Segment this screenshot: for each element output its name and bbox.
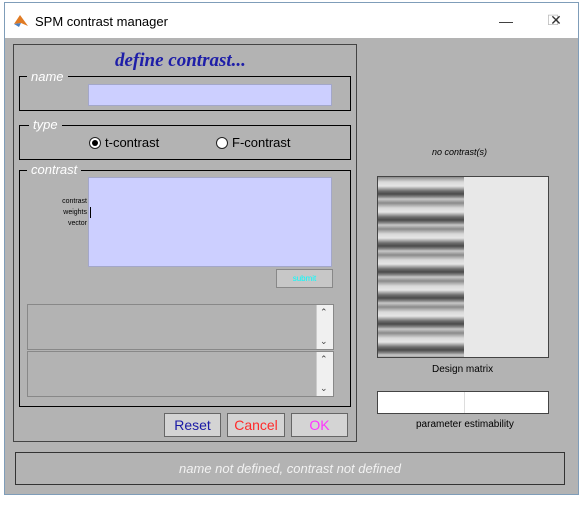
reset-button[interactable]: Reset	[164, 413, 221, 437]
contrast-group-label: contrast	[27, 162, 82, 177]
weights-label-line: weights	[63, 209, 87, 216]
type-group-label: type	[29, 117, 62, 132]
contrast-weights-input[interactable]	[88, 177, 332, 267]
panel-title: define contrast...	[115, 50, 246, 71]
no-contrast-label: no contrast(s)	[432, 147, 488, 157]
f-contrast-radio[interactable]	[216, 137, 228, 149]
chevron-up-icon[interactable]: ⌃	[320, 354, 328, 365]
chevron-down-icon[interactable]: ⌄	[320, 336, 328, 347]
t-contrast-radio[interactable]	[89, 137, 101, 149]
contrast-listbox-1[interactable]: ⌃ ⌄	[27, 304, 334, 350]
window: SPM contrast manager — ☐ ✕ define contra…	[4, 2, 579, 495]
matlab-icon	[14, 15, 28, 27]
f-contrast-label[interactable]: F-contrast	[232, 135, 291, 150]
estimability-divider	[464, 392, 465, 413]
parameter-estimability-label: parameter estimability	[416, 419, 514, 430]
weights-label-line: vector	[67, 220, 87, 227]
parameter-estimability-bar	[377, 391, 549, 414]
figure-content: define contrast... name type t-contrast …	[5, 38, 578, 494]
submit-button[interactable]: submit	[276, 269, 333, 288]
contrast-name-input[interactable]	[88, 84, 332, 106]
design-matrix-regressor	[378, 177, 464, 357]
title-bar[interactable]: SPM contrast manager — ☐ ✕	[5, 3, 578, 38]
weights-vector-label: contrast weights vector	[35, 196, 87, 229]
status-bar: name not defined, contrast not defined	[15, 452, 565, 485]
contrast-listbox-2[interactable]: ⌃ ⌄	[27, 351, 334, 397]
cancel-button[interactable]: Cancel	[227, 413, 285, 437]
close-button[interactable]: ✕	[533, 3, 579, 38]
listbox-scrollbar[interactable]: ⌃ ⌄	[316, 305, 333, 349]
chevron-down-icon[interactable]: ⌄	[320, 383, 328, 394]
t-contrast-label[interactable]: t-contrast	[105, 135, 159, 150]
ok-button[interactable]: OK	[291, 413, 348, 437]
name-group-label: name	[27, 69, 68, 84]
radio-selected-dot	[92, 140, 98, 146]
design-matrix-label: Design matrix	[432, 364, 494, 375]
listbox-scrollbar[interactable]: ⌃ ⌄	[316, 352, 333, 396]
window-title: SPM contrast manager	[35, 14, 168, 29]
text-caret	[90, 207, 91, 218]
chevron-up-icon[interactable]: ⌃	[320, 307, 328, 318]
weights-label-line: contrast	[62, 198, 87, 205]
minimize-button[interactable]: —	[483, 3, 529, 38]
design-matrix-image	[377, 176, 549, 358]
type-group	[19, 125, 351, 160]
